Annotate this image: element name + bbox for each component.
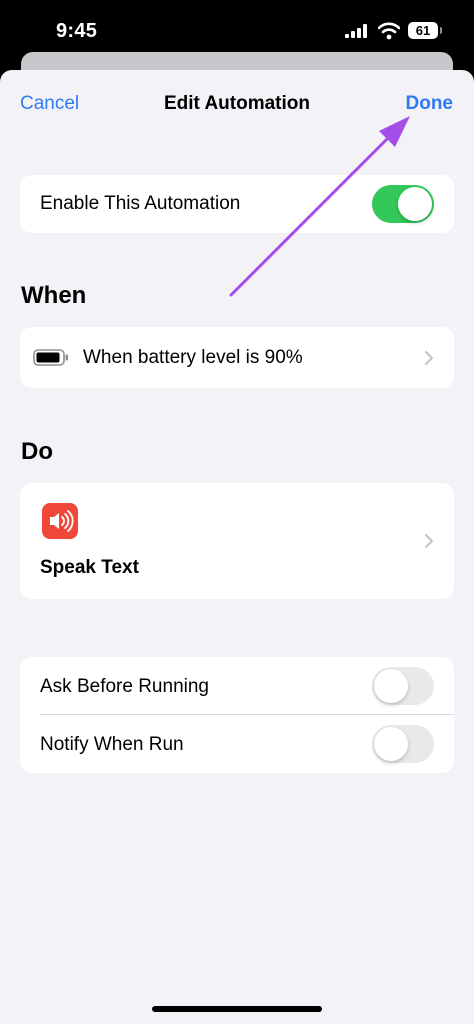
when-trigger-row[interactable]: When battery level is 90% bbox=[20, 327, 454, 388]
do-action-card[interactable]: Speak Text bbox=[20, 483, 454, 599]
ask-before-running-toggle[interactable] bbox=[372, 667, 434, 705]
status-time: 9:45 bbox=[56, 20, 98, 42]
wifi-icon bbox=[378, 22, 400, 40]
when-trigger-label: When battery level is 90% bbox=[83, 347, 303, 368]
home-indicator[interactable] bbox=[152, 1006, 322, 1012]
status-bar: 9:45 61 bbox=[0, 0, 474, 60]
enable-automation-toggle[interactable] bbox=[372, 185, 434, 223]
cellular-signal-icon bbox=[345, 24, 367, 38]
chevron-right-icon bbox=[425, 534, 433, 548]
options-card: Ask Before Running Notify When Run bbox=[20, 657, 454, 773]
speak-text-action-label: Speak Text bbox=[40, 557, 139, 578]
ask-before-running-label: Ask Before Running bbox=[40, 676, 209, 697]
cancel-button[interactable]: Cancel bbox=[20, 93, 79, 115]
battery-icon: 61 bbox=[408, 22, 438, 39]
do-section-header: Do bbox=[21, 438, 53, 465]
notify-when-run-toggle[interactable] bbox=[372, 725, 434, 763]
battery-level-icon bbox=[33, 349, 68, 366]
enable-automation-label: Enable This Automation bbox=[40, 193, 241, 214]
row-divider bbox=[40, 714, 454, 715]
battery-cap bbox=[440, 27, 442, 34]
toggle-knob bbox=[374, 727, 408, 761]
done-button[interactable]: Done bbox=[406, 93, 454, 115]
toggle-knob bbox=[398, 187, 432, 221]
when-section-header: When bbox=[21, 282, 87, 309]
toggle-knob bbox=[374, 669, 408, 703]
notify-when-run-label: Notify When Run bbox=[40, 734, 184, 755]
enable-automation-row[interactable]: Enable This Automation bbox=[20, 175, 454, 233]
speaker-icon bbox=[42, 503, 78, 539]
chevron-right-icon bbox=[425, 351, 433, 365]
